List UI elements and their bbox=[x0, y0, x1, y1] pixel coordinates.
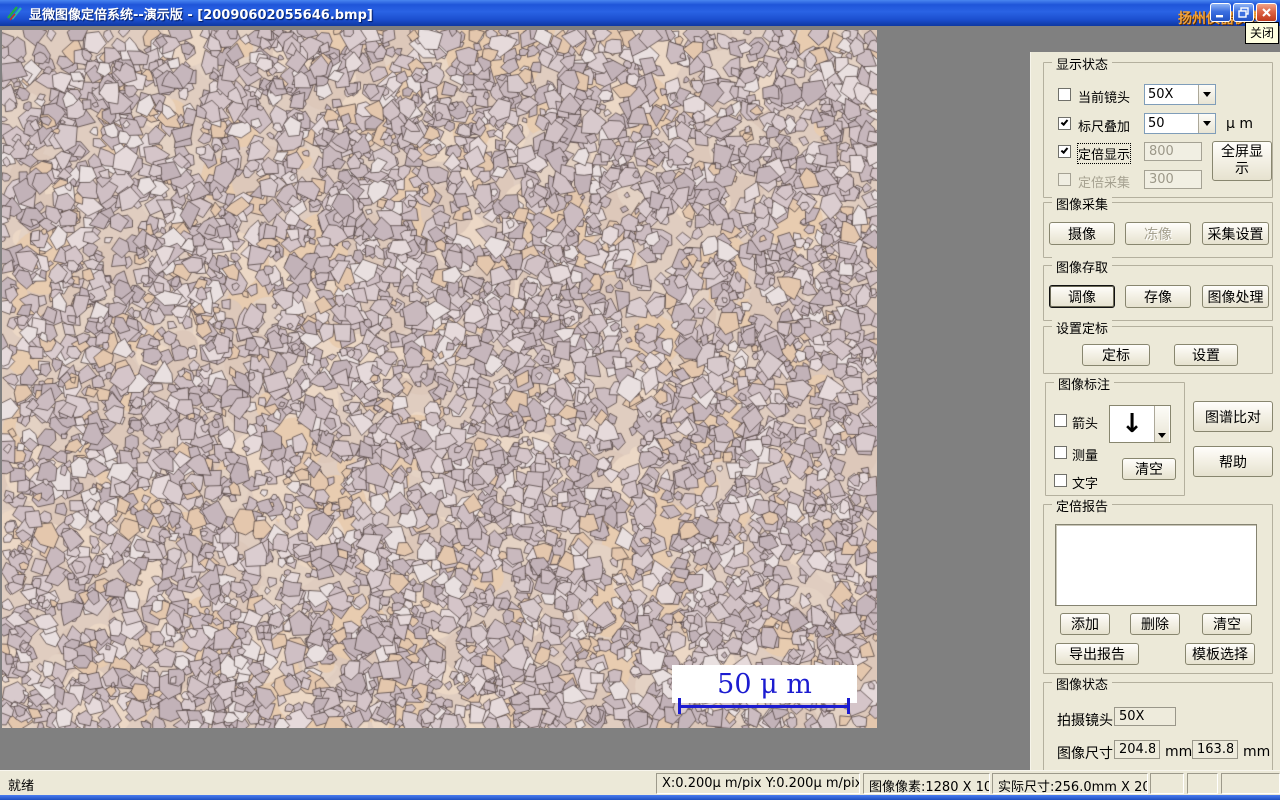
status-panel-empty-3 bbox=[1221, 773, 1280, 794]
mdi-client-area: 50 μ m 显示状态 当前镜头 50X 标尺叠加 50 μ m 定倍显示 80… bbox=[0, 26, 1280, 770]
report-group: 定倍报告 添加 删除 清空 导出报告 模板选择 bbox=[1043, 504, 1273, 674]
fixed-display-checkbox[interactable] bbox=[1058, 145, 1071, 158]
status-panel-empty-1 bbox=[1150, 773, 1184, 794]
scale-bar-label: 50 μ m bbox=[717, 671, 812, 698]
calibrate-button[interactable]: 定标 bbox=[1082, 344, 1150, 366]
annotation-clear-button[interactable]: 清空 bbox=[1122, 458, 1176, 480]
shoot-lens-label: 拍摄镜头 bbox=[1057, 710, 1113, 730]
report-clear-button[interactable]: 清空 bbox=[1202, 613, 1252, 635]
image-height-unit: mm bbox=[1243, 744, 1270, 760]
text-label: 文字 bbox=[1072, 473, 1098, 492]
fixed-capture-label: 定倍采集 bbox=[1078, 172, 1130, 191]
scale-bar-line bbox=[678, 698, 850, 714]
ruler-overlay-label: 标尺叠加 bbox=[1078, 116, 1130, 135]
micrograph-canvas[interactable] bbox=[2, 30, 877, 728]
arrow-label: 箭头 bbox=[1072, 413, 1098, 432]
image-size-label: 图像尺寸 bbox=[1057, 743, 1113, 763]
title-bar: 显微图像定倍系统--演示版 - [20090602055646.bmp] 扬州仪… bbox=[0, 0, 1280, 26]
annotation-group: 图像标注 箭头 ↓ 测量 文字 清空 bbox=[1045, 382, 1185, 496]
minimize-icon bbox=[1215, 7, 1226, 18]
window-title: 显微图像定倍系统--演示版 - [20090602055646.bmp] bbox=[29, 4, 373, 23]
atlas-compare-button[interactable]: 图谱比对 bbox=[1193, 401, 1273, 432]
load-image-button[interactable]: 调像 bbox=[1049, 285, 1115, 308]
current-lens-label: 当前镜头 bbox=[1078, 87, 1130, 106]
report-add-button[interactable]: 添加 bbox=[1060, 613, 1110, 635]
window-bottom-edge bbox=[0, 795, 1280, 800]
fixed-capture-checkbox[interactable] bbox=[1058, 173, 1071, 186]
arrow-style-dropdown-icon[interactable] bbox=[1154, 406, 1169, 442]
ruler-overlay-combo[interactable]: 50 bbox=[1144, 113, 1216, 134]
display-status-title: 显示状态 bbox=[1052, 54, 1112, 73]
storage-title: 图像存取 bbox=[1052, 257, 1112, 276]
image-width-unit: mm bbox=[1165, 744, 1192, 760]
control-panel: 显示状态 当前镜头 50X 标尺叠加 50 μ m 定倍显示 定倍采集 bbox=[1030, 52, 1280, 796]
ruler-overlay-checkbox[interactable] bbox=[1058, 117, 1071, 130]
image-width-value[interactable] bbox=[1114, 740, 1160, 759]
status-bar: 就绪 X:0.200μ m/pix Y:0.200μ m/pix 图像像素:12… bbox=[0, 770, 1280, 795]
arrow-style-glyph: ↓ bbox=[1110, 406, 1154, 442]
current-lens-value: 50X bbox=[1145, 85, 1198, 104]
fixed-capture-input[interactable] bbox=[1144, 170, 1202, 189]
capture-title: 图像采集 bbox=[1052, 194, 1112, 213]
current-lens-dropdown-icon[interactable] bbox=[1198, 85, 1215, 104]
settings-button[interactable]: 设置 bbox=[1174, 344, 1238, 366]
fixed-display-input[interactable] bbox=[1144, 142, 1202, 161]
restore-button[interactable] bbox=[1233, 3, 1254, 22]
close-icon bbox=[1261, 7, 1272, 18]
fixed-display-label: 定倍显示 bbox=[1078, 144, 1130, 163]
app-window: 显微图像定倍系统--演示版 - [20090602055646.bmp] 扬州仪… bbox=[0, 0, 1280, 800]
display-status-group: 显示状态 当前镜头 50X 标尺叠加 50 μ m 定倍显示 定倍采集 bbox=[1043, 62, 1273, 198]
image-height-value[interactable] bbox=[1192, 740, 1238, 759]
status-pixels: 图像像素:1280 X 1024 bbox=[863, 773, 990, 794]
shoot-lens-value[interactable] bbox=[1114, 707, 1176, 726]
current-lens-combo[interactable]: 50X bbox=[1144, 84, 1216, 105]
template-select-button[interactable]: 模板选择 bbox=[1185, 643, 1255, 665]
status-actual-size: 实际尺寸:256.0mm X 204.8mm bbox=[992, 773, 1148, 794]
measure-checkbox[interactable] bbox=[1054, 446, 1067, 459]
calibration-group: 设置定标 定标 设置 bbox=[1043, 326, 1273, 374]
micrograph-viewport[interactable]: 50 μ m bbox=[2, 30, 877, 728]
image-status-title: 图像状态 bbox=[1052, 674, 1112, 693]
image-status-group: 图像状态 拍摄镜头 图像尺寸 mm mm bbox=[1043, 682, 1273, 774]
restore-icon bbox=[1238, 7, 1249, 18]
calibration-title: 设置定标 bbox=[1052, 318, 1112, 337]
capture-settings-button[interactable]: 采集设置 bbox=[1202, 222, 1269, 245]
arrow-checkbox[interactable] bbox=[1054, 414, 1067, 427]
annotation-title: 图像标注 bbox=[1054, 374, 1114, 393]
status-panel-empty-2 bbox=[1187, 773, 1218, 794]
export-report-button[interactable]: 导出报告 bbox=[1055, 643, 1139, 665]
status-ready: 就绪 bbox=[8, 775, 34, 794]
text-checkbox[interactable] bbox=[1054, 474, 1067, 487]
close-tooltip: 关闭 bbox=[1245, 22, 1279, 44]
image-process-button[interactable]: 图像处理 bbox=[1202, 285, 1269, 308]
arrow-style-combo[interactable]: ↓ bbox=[1109, 405, 1171, 443]
report-delete-button[interactable]: 删除 bbox=[1130, 613, 1180, 635]
ruler-unit-label: μ m bbox=[1226, 116, 1253, 132]
current-lens-checkbox[interactable] bbox=[1058, 88, 1071, 101]
measure-label: 测量 bbox=[1072, 445, 1098, 464]
report-listbox[interactable] bbox=[1055, 524, 1257, 606]
ruler-overlay-value: 50 bbox=[1145, 114, 1198, 133]
help-button[interactable]: 帮助 bbox=[1193, 446, 1273, 477]
app-icon bbox=[5, 4, 23, 22]
save-image-button[interactable]: 存像 bbox=[1125, 285, 1191, 308]
shoot-button[interactable]: 摄像 bbox=[1049, 222, 1115, 245]
capture-group: 图像采集 摄像 冻像 采集设置 bbox=[1043, 202, 1273, 258]
fullscreen-button[interactable]: 全屏显示 bbox=[1212, 141, 1272, 181]
report-title: 定倍报告 bbox=[1052, 496, 1112, 515]
storage-group: 图像存取 调像 存像 图像处理 bbox=[1043, 265, 1273, 321]
close-button[interactable] bbox=[1256, 3, 1277, 22]
ruler-overlay-dropdown-icon[interactable] bbox=[1198, 114, 1215, 133]
minimize-button[interactable] bbox=[1210, 3, 1231, 22]
status-resolution: X:0.200μ m/pix Y:0.200μ m/pix bbox=[656, 773, 860, 794]
freeze-button[interactable]: 冻像 bbox=[1125, 222, 1191, 245]
